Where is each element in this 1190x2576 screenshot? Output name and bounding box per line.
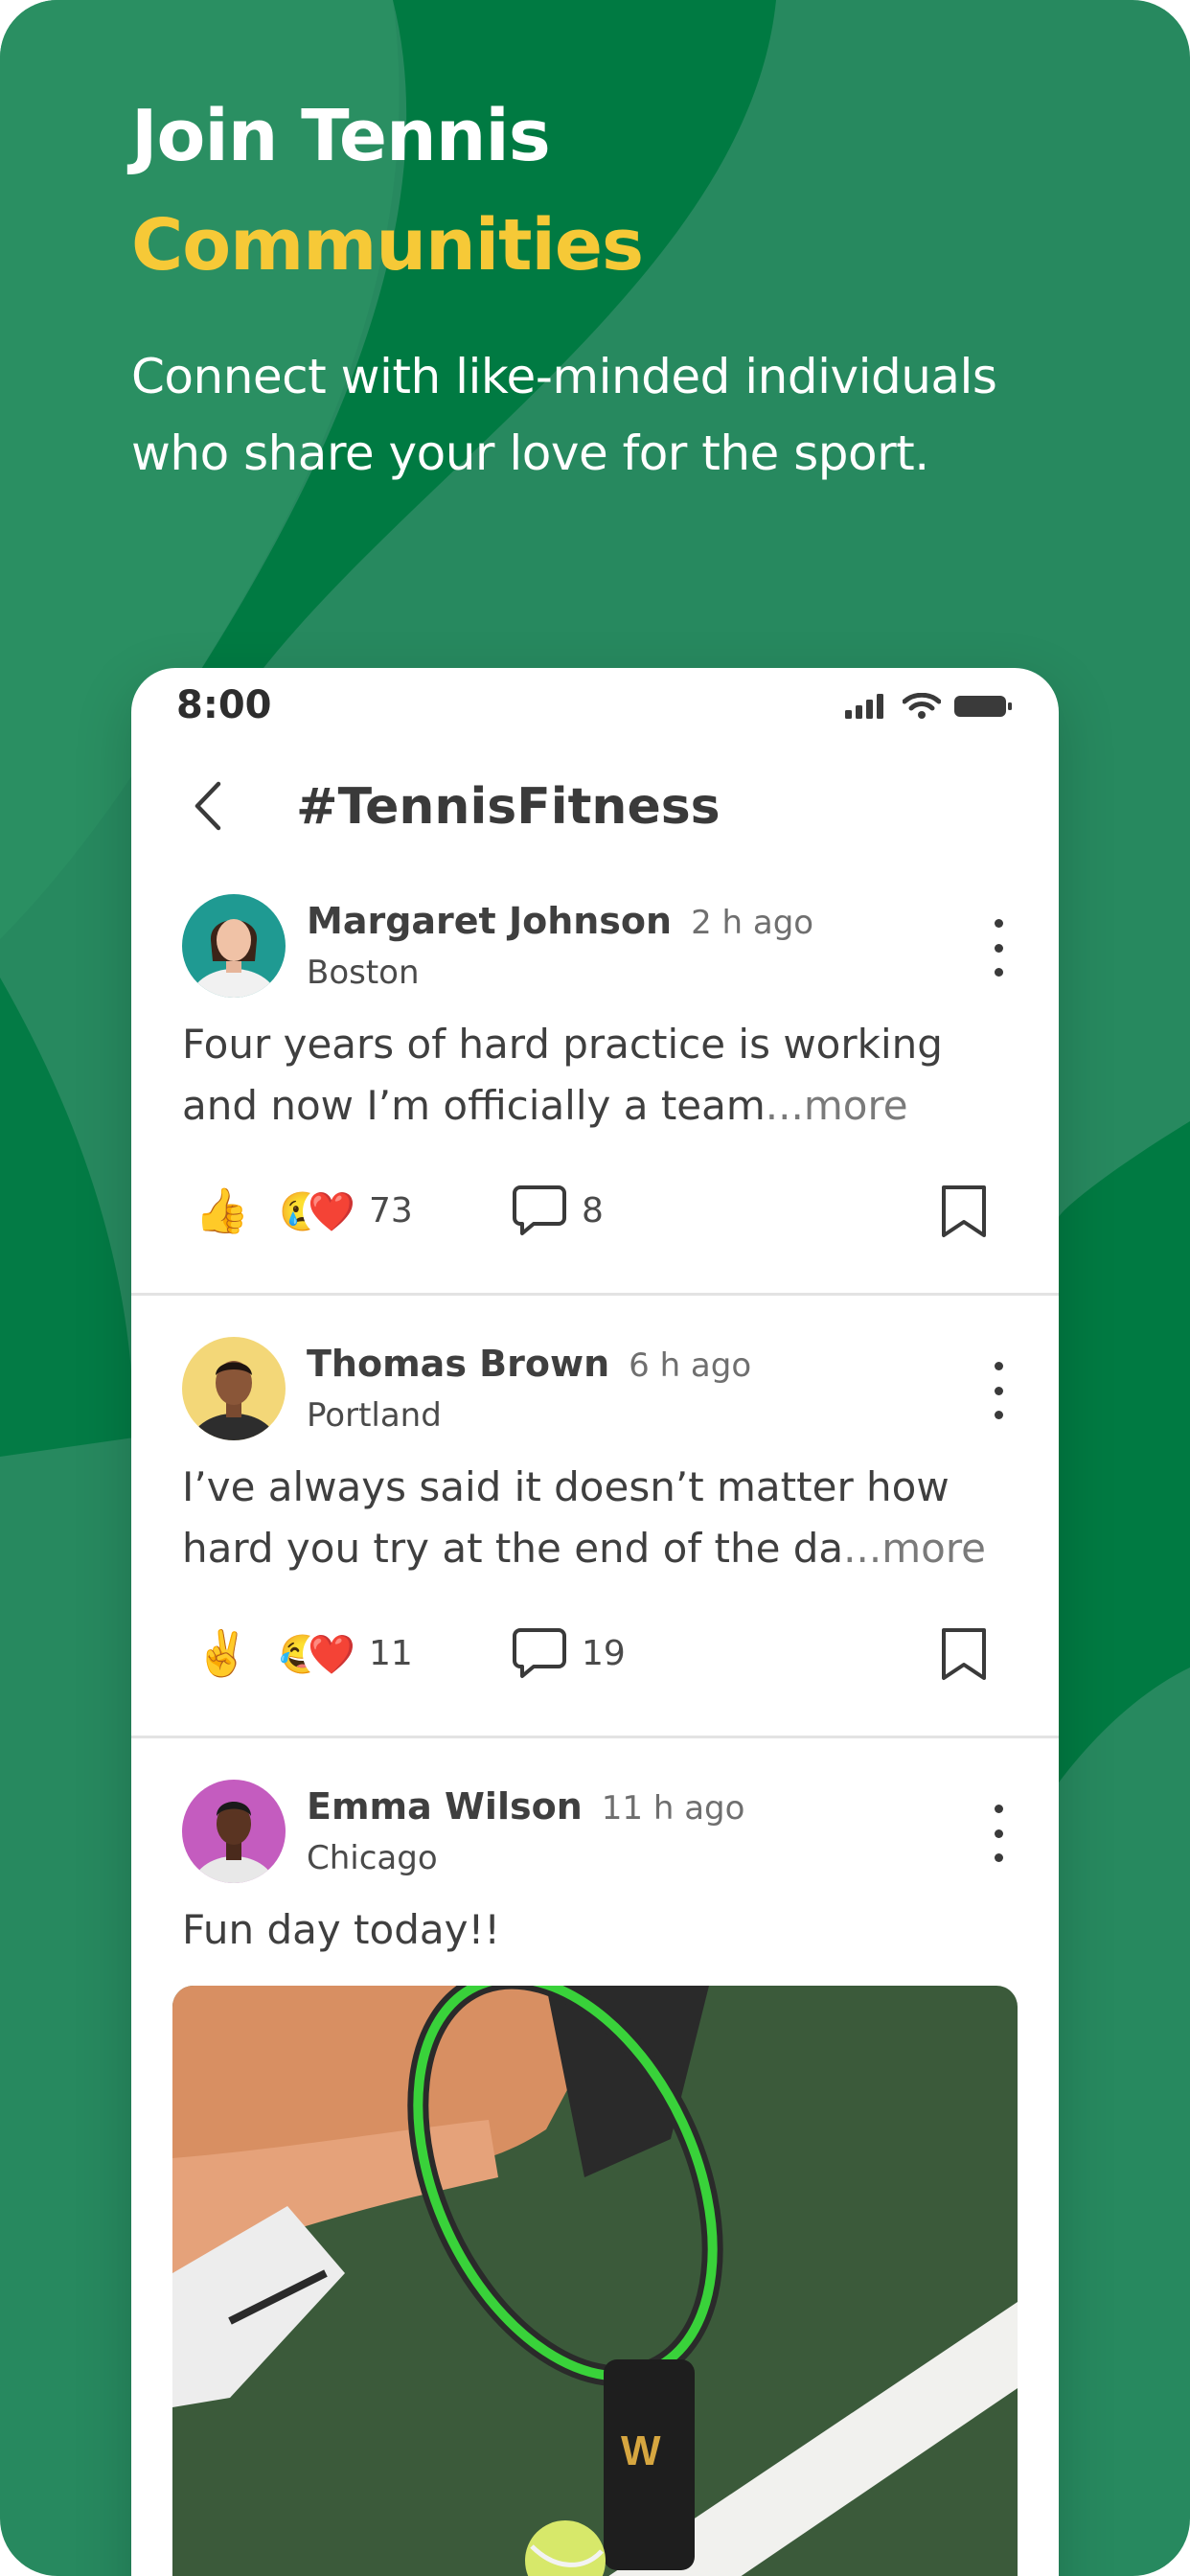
- bookmark-button[interactable]: [938, 1172, 990, 1249]
- heart-icon: ❤️: [306, 1628, 357, 1680]
- avatar[interactable]: [182, 894, 286, 998]
- community-title: #TennisFitness: [296, 778, 721, 836]
- divider: [131, 1293, 1059, 1296]
- comment-count: 8: [582, 1190, 604, 1230]
- post-location: Portland: [307, 1396, 442, 1435]
- post-author[interactable]: Emma Wilson 11 h ago: [307, 1785, 744, 1828]
- status-time: 8:00: [176, 683, 272, 727]
- dot-icon: [994, 943, 1003, 953]
- post-body: Fun day today!!: [182, 1906, 501, 1953]
- battery-icon: [954, 696, 1012, 717]
- comment-count: 19: [582, 1633, 626, 1673]
- reactions-summary[interactable]: 😂 ❤️ 11: [277, 1615, 413, 1691]
- bookmark-icon: [942, 1628, 986, 1680]
- reaction-count: 11: [369, 1633, 413, 1673]
- can-brand-text: W: [621, 2427, 661, 2474]
- comment-icon: [513, 1628, 566, 1678]
- comment-icon: [513, 1185, 566, 1235]
- post-actions: 👍 😢 ❤️ 73 8: [131, 1172, 1059, 1249]
- heart-icon: ❤️: [306, 1185, 357, 1237]
- comment-button[interactable]: 19: [511, 1615, 626, 1691]
- post-text: I’ve always said it doesn’t matter how h…: [182, 1457, 1016, 1579]
- dot-icon: [994, 968, 1003, 977]
- like-button[interactable]: ✌️: [195, 1615, 249, 1691]
- author-name: Emma Wilson: [307, 1785, 583, 1828]
- post-text: Four years of hard practice is working a…: [182, 1014, 1016, 1137]
- reaction-emojis: 😢 ❤️: [277, 1182, 357, 1239]
- status-bar: 8:00: [131, 668, 1059, 745]
- more-options-button[interactable]: [984, 1362, 1013, 1419]
- wifi-icon: [903, 693, 941, 719]
- like-button[interactable]: 👍: [195, 1172, 249, 1249]
- status-icons: [845, 693, 1014, 720]
- avatar[interactable]: [182, 1780, 286, 1883]
- chevron-left-icon: [195, 781, 221, 831]
- dot-icon: [994, 1386, 1003, 1395]
- victory-hand-icon: ✌️: [195, 1628, 250, 1678]
- dot-icon: [994, 919, 1003, 928]
- avatar[interactable]: [182, 1337, 286, 1440]
- dot-icon: [994, 1828, 1003, 1838]
- community-header: #TennisFitness: [131, 759, 1059, 855]
- reaction-count: 73: [369, 1190, 413, 1230]
- hero-subtitle: Connect with like-minded individuals who…: [131, 349, 997, 481]
- more-options-button[interactable]: [984, 1805, 1013, 1862]
- post-time: 2 h ago: [691, 904, 814, 942]
- reactions-summary[interactable]: 😢 ❤️ 73: [277, 1172, 413, 1249]
- reaction-emojis: 😂 ❤️: [277, 1624, 357, 1682]
- post-text: Fun day today!!: [182, 1899, 1016, 1961]
- post-author[interactable]: Thomas Brown 6 h ago: [307, 1343, 751, 1385]
- dot-icon: [994, 1411, 1003, 1419]
- dot-icon: [994, 1362, 1003, 1370]
- post-time: 6 h ago: [629, 1346, 752, 1385]
- back-button[interactable]: [179, 772, 237, 840]
- signal-icon: [845, 694, 883, 719]
- post-photo[interactable]: W: [172, 1986, 1018, 2576]
- phone-mockup: 8:00 #TennisFitness Margaret Johnson 2 h…: [131, 668, 1059, 2576]
- post-actions: ✌️ 😂 ❤️ 11 19: [131, 1615, 1059, 1691]
- post-body: I’ve always said it doesn’t matter how h…: [182, 1463, 950, 1572]
- read-more-link[interactable]: ...more: [843, 1525, 986, 1572]
- author-name: Margaret Johnson: [307, 900, 673, 942]
- hero-section: Join Tennis Communities Connect with lik…: [131, 101, 1089, 492]
- onboarding-screen: Join Tennis Communities Connect with lik…: [0, 0, 1190, 2576]
- dot-icon: [994, 1853, 1003, 1862]
- tennis-photo: W: [172, 1986, 1018, 2576]
- post-location: Chicago: [307, 1839, 438, 1877]
- hero-title: Join Tennis: [131, 95, 551, 177]
- dot-icon: [994, 1805, 1003, 1813]
- thumbs-up-icon: 👍: [195, 1185, 250, 1235]
- divider: [131, 1736, 1059, 1738]
- bookmark-icon: [942, 1185, 986, 1237]
- bookmark-button[interactable]: [938, 1615, 990, 1691]
- comment-button[interactable]: 8: [511, 1172, 604, 1249]
- hero-title-accent: Communities: [131, 204, 644, 287]
- more-options-button[interactable]: [984, 919, 1013, 977]
- post-location: Boston: [307, 954, 420, 992]
- post-time: 11 h ago: [601, 1789, 745, 1828]
- author-name: Thomas Brown: [307, 1343, 610, 1385]
- read-more-link[interactable]: ...more: [766, 1082, 908, 1129]
- post-author[interactable]: Margaret Johnson 2 h ago: [307, 900, 813, 942]
